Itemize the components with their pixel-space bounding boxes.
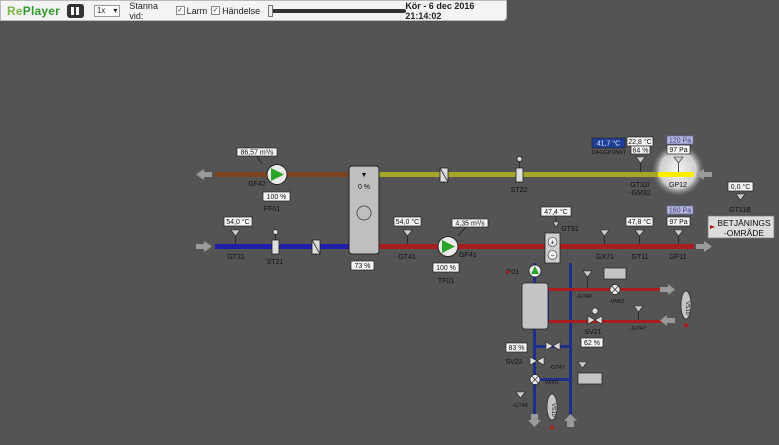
- gp11-setpoint: 160 Pa: [669, 208, 691, 215]
- sensor-icon: [635, 156, 646, 164]
- svg-text:-GT47: -GT47: [630, 326, 646, 332]
- controller-box: [577, 372, 603, 385]
- gt32-value: 22,8 °C: [628, 138, 651, 146]
- gf42-percent: 100 %: [267, 194, 287, 201]
- sv22-percent: 83 %: [509, 345, 525, 352]
- svg-text:ST22: ST22: [511, 187, 528, 194]
- gp11-value: 97 Pa: [669, 219, 687, 226]
- svg-text:−: −: [550, 253, 554, 260]
- arrow-up-icon: [564, 414, 577, 427]
- svg-text:FF01: FF01: [264, 206, 280, 213]
- sensor-icon: [230, 229, 241, 237]
- svg-text:-OMRÅDE: -OMRÅDE: [724, 228, 764, 238]
- sensor-icon: [402, 229, 413, 237]
- sensor-icon: [577, 361, 588, 369]
- svg-text:-GT40: -GT40: [576, 294, 592, 300]
- gf41-flow-value: 4,35 m³/s: [455, 221, 485, 228]
- controller-box: [603, 267, 627, 280]
- svg-text:-GM32: -GM32: [629, 190, 651, 197]
- arrow-right-icon: [696, 241, 712, 252]
- svg-text:▼: ▼: [361, 172, 368, 179]
- svg-text:GT11B: GT11B: [729, 207, 751, 214]
- sensor-icon: [673, 229, 684, 237]
- hvac-schematic: ▼ 0 % 73 % 86,57 m³/s GF42 100 % FF01 ST…: [196, 135, 775, 429]
- svg-text:-GT48: -GT48: [512, 403, 528, 409]
- gt11b-value: 0,0 °C: [731, 183, 751, 191]
- svg-text:SV22: SV22: [505, 359, 522, 366]
- svg-text:GF41: GF41: [459, 252, 477, 259]
- buffer-tank[interactable]: [521, 282, 549, 330]
- sensor-icon: [582, 270, 593, 278]
- gt11-value: 47,8 °C: [628, 218, 651, 226]
- svg-text:+: +: [550, 240, 554, 247]
- sensor-icon: [633, 305, 644, 313]
- arrow-left-icon: [660, 315, 675, 326]
- svg-text:GT32/: GT32/: [630, 182, 650, 189]
- svg-text:GP12: GP12: [669, 182, 687, 189]
- sensor-icon: [552, 221, 560, 228]
- sensor-icon: [634, 229, 645, 237]
- arrow-down-icon: [528, 414, 541, 427]
- arrow-right-icon: [660, 284, 675, 295]
- gf42-flow-value: 86,57 m³/s: [240, 150, 274, 157]
- svg-text:VS10: VS10: [684, 301, 690, 314]
- st21-damper[interactable]: [271, 239, 280, 255]
- hot-pipe-red: [536, 288, 666, 291]
- supply-pipe-blue: [215, 244, 350, 249]
- svg-text:GT41: GT41: [398, 254, 416, 261]
- sensor-icon: [735, 193, 746, 201]
- exhaust-pipe-highlight: [658, 172, 694, 177]
- svg-text:GT81: GT81: [561, 226, 579, 233]
- exchanger-bottom-percent: 73 %: [355, 263, 371, 270]
- svg-text:GX71: GX71: [596, 254, 614, 261]
- gt81-value: 47,4 °C: [544, 208, 567, 216]
- svg-text:GP11: GP11: [669, 254, 686, 261]
- svg-text:VS10: VS10: [550, 403, 556, 416]
- exhaust-pipe-yellow: [378, 172, 694, 177]
- svg-text:GF42: GF42: [248, 181, 266, 188]
- gt41-value: 54,0 °C: [396, 218, 419, 226]
- sv21-percent: 62 %: [584, 340, 600, 347]
- gm32-percent: 64 %: [633, 148, 649, 155]
- svg-text:SV21: SV21: [584, 329, 601, 336]
- svg-text:GT11: GT11: [632, 254, 649, 261]
- gt31-value: 54,0 °C: [226, 218, 249, 226]
- svg-text:-GT47: -GT47: [549, 365, 565, 371]
- dewpoint-value: 41,7 °C: [597, 140, 620, 148]
- svg-text:DAGGPUNKT: DAGGPUNKT: [592, 150, 627, 156]
- svg-text:TF01: TF01: [438, 278, 454, 285]
- svg-text:ST21: ST21: [267, 259, 284, 266]
- arrow-left-icon: [196, 169, 212, 180]
- st22-damper[interactable]: [515, 167, 524, 183]
- gp12-value: 97 Pa: [669, 147, 687, 154]
- arrow-right-icon: [196, 241, 212, 252]
- supply-pipe-red: [378, 244, 694, 249]
- svg-text:BETJÄNINGS: BETJÄNINGS: [717, 218, 771, 228]
- svg-text:GT31: GT31: [227, 254, 245, 261]
- exchanger-percent: 0 %: [358, 184, 370, 191]
- gf41-percent: 100 %: [436, 265, 456, 272]
- gp12-setpoint: 120 Pa: [669, 138, 691, 145]
- heat-exchanger[interactable]: [348, 165, 380, 255]
- svg-text:-VM01: -VM01: [543, 380, 559, 386]
- sensor-icon: [599, 229, 610, 237]
- sensor-icon: [515, 391, 526, 399]
- svg-text:-VM01: -VM01: [609, 299, 625, 305]
